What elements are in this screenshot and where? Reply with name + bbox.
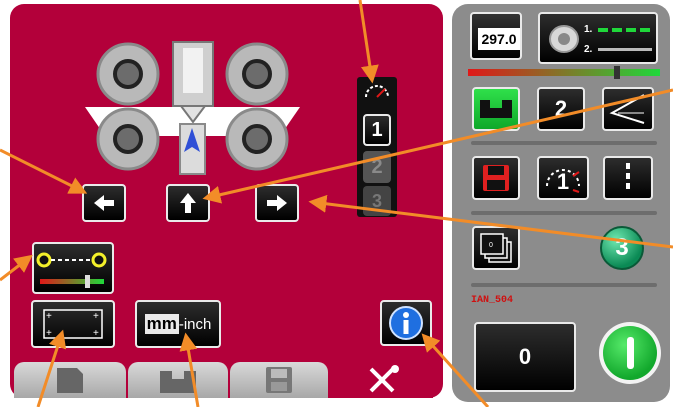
annotation-arrow bbox=[202, 88, 673, 204]
annotation-arrow bbox=[179, 332, 200, 407]
annotation-arrows bbox=[0, 0, 673, 407]
annotation-arrow bbox=[0, 254, 33, 282]
annotation-arrow bbox=[421, 333, 490, 407]
annotation-arrow bbox=[0, 148, 88, 194]
annotation-arrow bbox=[308, 194, 673, 249]
annotation-arrow bbox=[358, 0, 379, 84]
annotation-arrow bbox=[36, 329, 67, 407]
